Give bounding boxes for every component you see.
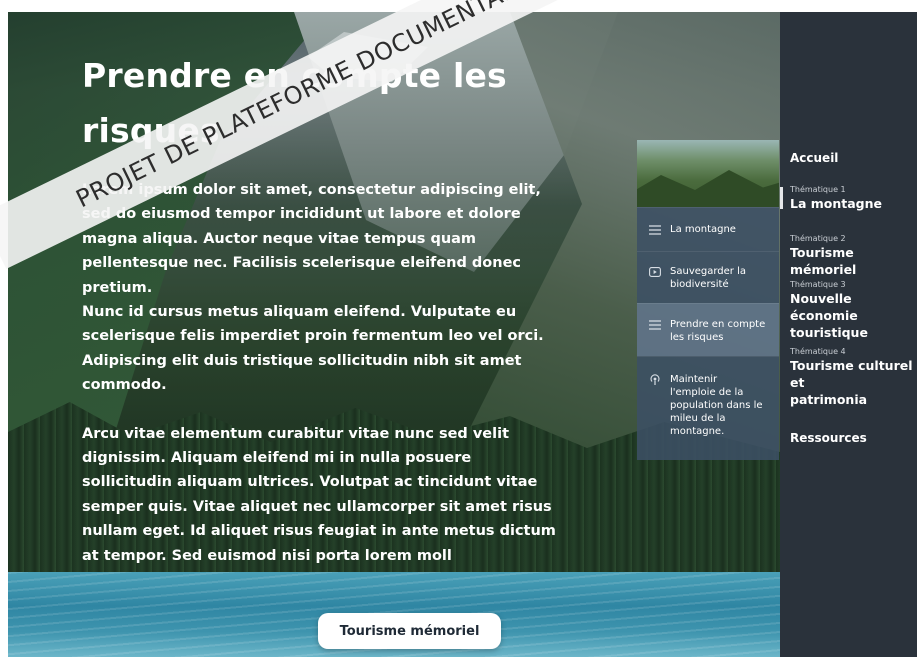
menu-lines-icon	[648, 223, 662, 237]
menu-thumbnail-image	[637, 140, 779, 207]
theme-label: Nouvelle économie touristique	[790, 291, 868, 340]
theme-number: Thématique 1	[790, 185, 846, 194]
sidebar-item-ressources[interactable]: Ressources	[790, 431, 867, 445]
theme-label: Tourisme culturel et patrimonia	[790, 358, 913, 407]
paragraph: Arcu vitae elementum curabitur vitae nun…	[82, 425, 556, 564]
tourisme-memoriel-button[interactable]: Tourisme mémoriel	[318, 613, 501, 649]
sidebar-item-accueil[interactable]: Accueil	[790, 151, 838, 165]
play-icon	[648, 265, 662, 279]
theme-number: Thématique 4	[790, 347, 846, 356]
theme-number: Thématique 3	[790, 280, 846, 289]
floating-menu: La montagne Sauvegarder la biodiversité …	[637, 140, 779, 460]
sidebar-item-thematique-3[interactable]: Thématique 3 Nouvelle économie touristiq…	[790, 280, 917, 341]
sidebar-item-thematique-2[interactable]: Thématique 2 Tourisme mémoriel	[790, 234, 917, 278]
menu-item-sauvegarder-biodiversite[interactable]: Sauvegarder la biodiversité	[637, 251, 779, 303]
main-content: Prendre en compte les risques Lorem ipsu…	[82, 48, 592, 568]
menu-item-la-montagne[interactable]: La montagne	[637, 207, 779, 251]
menu-item-label: Sauvegarder la biodiversité	[670, 266, 746, 290]
menu-item-label: Maintenir l'emploie de la population dan…	[670, 374, 763, 437]
theme-number: Thématique 2	[790, 234, 846, 243]
theme-label: Tourisme mémoriel	[790, 245, 857, 277]
body-text: Lorem ipsum dolor sit amet, consectetur …	[82, 178, 592, 568]
sidebar: Accueil Thématique 1 La montagne Thémati…	[780, 12, 917, 657]
sidebar-active-indicator	[780, 187, 783, 209]
menu-item-label: Prendre en compte les risques	[670, 319, 766, 343]
page-title: Prendre en compte les risques	[82, 56, 507, 150]
sidebar-item-thematique-1[interactable]: Thématique 1 La montagne	[790, 185, 882, 212]
menu-item-prendre-en-compte-risques[interactable]: Prendre en compte les risques	[637, 303, 779, 356]
theme-label: La montagne	[790, 196, 882, 211]
menu-item-label: La montagne	[670, 224, 736, 235]
menu-lines-icon	[648, 318, 662, 332]
sidebar-item-thematique-4[interactable]: Thématique 4 Tourisme culturel et patrim…	[790, 347, 917, 408]
paragraph: Lorem ipsum dolor sit amet, consectetur …	[82, 182, 544, 394]
menu-item-maintenir-emploi[interactable]: Maintenir l'emploie de la population dan…	[637, 356, 779, 460]
podcast-icon	[648, 373, 662, 387]
